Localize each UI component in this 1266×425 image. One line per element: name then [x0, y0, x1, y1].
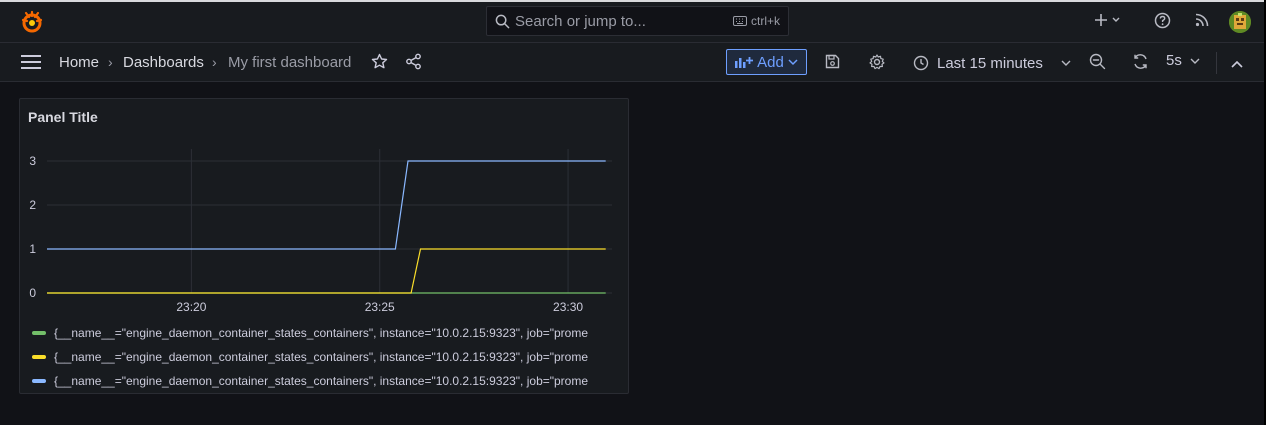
breadcrumb-current: My first dashboard [228, 54, 352, 71]
help-button[interactable] [1154, 12, 1171, 32]
news-icon [1195, 13, 1209, 27]
add-button[interactable]: Add [726, 49, 807, 75]
share-icon [406, 53, 421, 70]
breadcrumb-separator-icon: › [108, 54, 113, 70]
save-icon [825, 54, 840, 69]
top-bar: Search or jump to... ctrl+k [0, 2, 1264, 43]
gear-icon [869, 54, 885, 70]
dashboard-nav-bar: Home › Dashboards › My first dashboard A… [0, 43, 1264, 82]
y-tick-label: 2 [29, 198, 36, 212]
refresh-button[interactable] [1132, 53, 1149, 73]
legend-swatch [32, 331, 46, 335]
clock-icon [913, 55, 929, 71]
chevron-down-icon [1190, 58, 1200, 64]
x-tick-label: 23:30 [553, 300, 583, 314]
legend-swatch [32, 355, 46, 359]
breadcrumb-home[interactable]: Home [59, 54, 99, 71]
legend-item[interactable]: {__name__="engine_daemon_container_state… [32, 369, 588, 393]
collapse-toolbar-button[interactable] [1231, 56, 1243, 72]
star-icon [371, 53, 388, 69]
menu-icon[interactable] [21, 55, 41, 69]
toolbar-divider [1216, 52, 1217, 74]
time-range-picker[interactable]: Last 15 minutes [913, 52, 1071, 74]
legend-item[interactable]: {__name__="engine_daemon_container_state… [32, 321, 588, 345]
search-shortcut-label: ctrl+k [750, 14, 780, 28]
share-button[interactable] [405, 53, 422, 73]
chevron-down-icon [1061, 60, 1071, 66]
new-menu-button[interactable] [1094, 12, 1120, 31]
legend-swatch [32, 379, 46, 383]
avatar-image [1229, 11, 1251, 33]
legend-label: {__name__="engine_daemon_container_state… [54, 326, 589, 340]
search-shortcut: ctrl+k [732, 14, 780, 28]
help-icon [1154, 12, 1171, 29]
add-panel-icon [735, 57, 754, 68]
x-tick-label: 23:25 [365, 300, 395, 314]
refresh-interval-label: 5s [1166, 52, 1182, 69]
series-line-1 [47, 248, 606, 294]
y-tick-label: 1 [29, 242, 36, 256]
search-icon [495, 14, 510, 29]
chevron-up-icon [1231, 60, 1243, 68]
y-tick-label: 0 [29, 286, 36, 300]
legend-label: {__name__="engine_daemon_container_state… [54, 374, 589, 388]
grafana-logo-icon[interactable] [20, 10, 44, 34]
plus-icon [1095, 14, 1120, 26]
star-button[interactable] [371, 53, 388, 73]
refresh-icon [1134, 54, 1147, 69]
add-button-label: Add [757, 53, 784, 71]
zoom-out-icon [1089, 53, 1106, 70]
news-button[interactable] [1195, 12, 1210, 30]
zoom-out-button[interactable] [1089, 53, 1106, 73]
keyboard-icon [732, 16, 747, 26]
time-series-chart: 0 1 2 3 23:20 23:25 23:30 [29, 149, 612, 314]
y-tick-label: 3 [29, 154, 36, 168]
chart-legend: {__name__="engine_daemon_container_state… [32, 321, 588, 393]
search-placeholder: Search or jump to... [515, 13, 646, 30]
settings-button[interactable] [869, 54, 885, 73]
time-series-panel[interactable]: Panel Title 0 1 2 3 23:20 23:25 23:30 {__name_… [19, 98, 629, 394]
legend-item[interactable]: {__name__="engine_daemon_container_state… [32, 345, 588, 369]
time-range-label: Last 15 minutes [937, 54, 1043, 72]
breadcrumb-separator-icon: › [212, 54, 217, 70]
avatar[interactable] [1229, 11, 1251, 33]
breadcrumb-dashboards[interactable]: Dashboards [123, 54, 204, 71]
refresh-interval-picker[interactable]: 5s [1166, 52, 1200, 69]
chevron-down-icon [788, 59, 798, 66]
legend-label: {__name__="engine_daemon_container_state… [54, 350, 589, 364]
search-input[interactable]: Search or jump to... ctrl+k [486, 6, 789, 36]
save-button[interactable] [825, 54, 840, 72]
x-tick-label: 23:20 [176, 300, 206, 314]
